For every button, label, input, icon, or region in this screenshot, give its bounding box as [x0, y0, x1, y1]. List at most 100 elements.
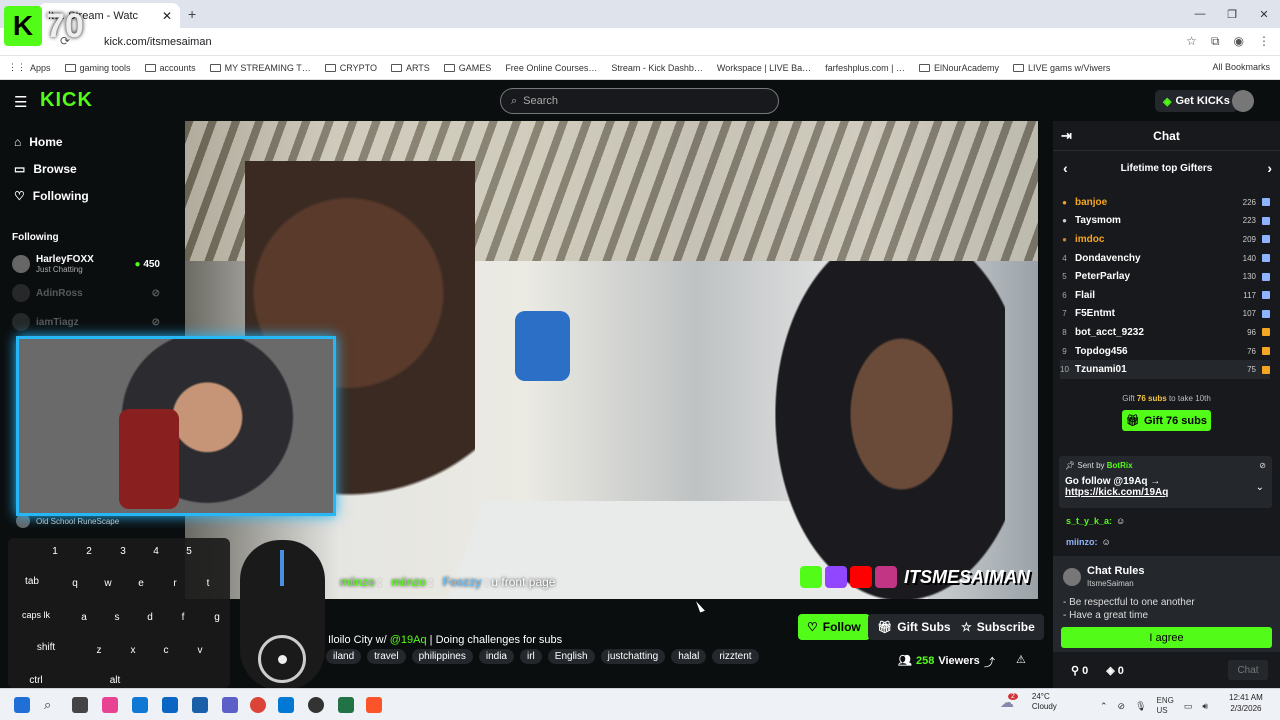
- tag[interactable]: rizztent: [712, 649, 759, 664]
- url-field[interactable]: kick.com/itsmesaiman: [104, 36, 212, 48]
- twitch-icon: [825, 566, 847, 588]
- gifter-row[interactable]: 10 Tzunami01 75: [1060, 360, 1270, 379]
- subscribe-button[interactable]: ☆ Subscribe: [952, 614, 1044, 640]
- tag[interactable]: travel: [367, 649, 406, 664]
- get-kicks-button[interactable]: ◈ Get KICKs: [1155, 90, 1238, 112]
- sidebar-item-browse[interactable]: ▭ Browse: [14, 162, 77, 176]
- tag[interactable]: india: [478, 649, 514, 664]
- speaker-icon[interactable]: 🔊︎: [1202, 701, 1208, 712]
- bookmark-folder[interactable]: GAMES: [443, 63, 491, 73]
- kicks-counter[interactable]: ◈ 0: [1106, 664, 1124, 677]
- bookmark-folder[interactable]: ARTS: [390, 63, 430, 73]
- task-view-icon[interactable]: [72, 697, 88, 713]
- weather-widget[interactable]: ☁ 2 24°C Cloudy: [1000, 692, 1057, 712]
- tag[interactable]: halal: [671, 649, 707, 664]
- gifter-row[interactable]: 6 Flail 117: [1060, 286, 1270, 305]
- user-avatar[interactable]: [1232, 90, 1254, 112]
- gifter-row[interactable]: 8 bot_acct_9232 96: [1060, 323, 1270, 342]
- points-counter[interactable]: ⚲ 0: [1071, 664, 1088, 677]
- sidebar-item-home[interactable]: ⌂ Home: [14, 135, 63, 149]
- collapse-chat-icon[interactable]: ⇥: [1061, 128, 1072, 144]
- kick-logo[interactable]: KICK: [40, 89, 93, 112]
- gifter-row[interactable]: ● imdoc 209: [1060, 230, 1270, 249]
- tag[interactable]: English: [547, 649, 595, 664]
- followed-channel[interactable]: AdinRoss ⊘: [12, 284, 160, 302]
- key: f: [181, 611, 185, 623]
- language-indicator[interactable]: ENG US: [1157, 696, 1174, 716]
- gifter-row[interactable]: 4 Dondavenchy 140: [1060, 249, 1270, 268]
- windows-start-icon[interactable]: [14, 697, 30, 713]
- bookmark-apps[interactable]: ⋮⋮ Apps: [8, 62, 51, 73]
- search-input[interactable]: ⌕ Search: [500, 88, 779, 114]
- pinned-link[interactable]: https://kick.com/19Aq: [1065, 487, 1266, 498]
- gifter-row[interactable]: ● Taysmom 223: [1060, 212, 1270, 231]
- minimize-icon[interactable]: —: [1184, 0, 1216, 28]
- bookmark-folder[interactable]: ElNourAcademy: [918, 63, 999, 73]
- bookmark-link[interactable]: Stream - Kick Dashb…: [611, 63, 703, 73]
- bookmark-star-icon[interactable]: ☆: [1186, 34, 1197, 49]
- chevron-left-icon[interactable]: ‹: [1063, 160, 1068, 176]
- obs-icon[interactable]: [308, 697, 324, 713]
- gifter-row[interactable]: 9 Topdog456 76: [1060, 342, 1270, 361]
- gifter-row[interactable]: ● banjoe 226: [1060, 193, 1270, 212]
- sidebar-item-following[interactable]: ♡ Following: [14, 189, 89, 203]
- followed-channel[interactable]: HarleyFOXX Just Chatting ● 450: [12, 254, 160, 274]
- teams-icon[interactable]: [222, 697, 238, 713]
- home-icon: ⌂: [14, 135, 22, 149]
- mic-icon[interactable]: 🎙︎: [1135, 701, 1146, 712]
- display-icon[interactable]: ▭: [1184, 701, 1193, 712]
- tag[interactable]: iland: [326, 649, 362, 664]
- bookmark-link[interactable]: Workspace | LIVE Ba…: [717, 63, 811, 73]
- unpin-icon[interactable]: ⊘: [1259, 461, 1266, 470]
- chrome-icon[interactable]: [250, 697, 266, 713]
- followed-channel[interactable]: Old School RuneScape: [16, 514, 164, 528]
- chevron-right-icon[interactable]: ›: [1267, 160, 1272, 176]
- bookmark-folder[interactable]: CRYPTO: [324, 63, 377, 73]
- bookmark-link[interactable]: farfeshplus.com | …: [825, 63, 905, 73]
- outlook-icon[interactable]: [278, 697, 294, 713]
- gifter-row[interactable]: 7 F5Entmt 107: [1060, 305, 1270, 324]
- taskbar-clock[interactable]: 12:41 AM 2/3/2026: [1229, 692, 1263, 714]
- follow-button[interactable]: ♡ Follow: [798, 614, 870, 640]
- all-bookmarks[interactable]: All Bookmarks: [1212, 62, 1270, 72]
- app-icon[interactable]: [192, 697, 208, 713]
- chevron-up-icon[interactable]: ⌃: [1100, 701, 1108, 712]
- bookmark-folder[interactable]: gaming tools: [64, 63, 131, 73]
- tag[interactable]: philippines: [411, 649, 473, 664]
- brave-icon[interactable]: [366, 697, 382, 713]
- chat-send-button[interactable]: Chat: [1228, 660, 1268, 680]
- address-bar: ⟳ kick.com/itsmesaiman ☆ ⧉ ◉ ⋮: [0, 28, 1280, 56]
- close-tab-icon[interactable]: ✕: [162, 9, 172, 23]
- bookmark-link[interactable]: Free Online Courses…: [505, 63, 597, 73]
- key: ctrl: [29, 674, 43, 686]
- key: shift: [36, 641, 56, 653]
- bookmark-folder[interactable]: LIVE gams w/Viwers: [1013, 63, 1110, 73]
- gift-subs-button[interactable]: 🎁︎ Gift Subs: [868, 614, 960, 640]
- new-tab-icon[interactable]: +: [188, 6, 196, 22]
- excel-icon[interactable]: [338, 697, 354, 713]
- profile-icon[interactable]: ◉: [1234, 34, 1244, 49]
- close-window-icon[interactable]: ✕: [1248, 0, 1280, 28]
- gift-76-subs-button[interactable]: 🎁︎ Gift 76 subs: [1122, 410, 1211, 431]
- extension-icon[interactable]: ⧉: [1211, 34, 1220, 49]
- chevron-down-icon[interactable]: ⌄: [1256, 482, 1264, 493]
- report-icon[interactable]: ⚠: [1016, 653, 1026, 666]
- menu-icon[interactable]: ⋮: [1258, 34, 1270, 49]
- bookmark-folder[interactable]: MY STREAMING T…: [209, 63, 311, 73]
- agree-button[interactable]: I agree: [1061, 627, 1272, 648]
- share-icon[interactable]: ⤴: [984, 654, 995, 670]
- gift-icon: 🎁︎: [877, 620, 893, 634]
- tag[interactable]: irl: [520, 649, 542, 664]
- app-icon[interactable]: [102, 697, 118, 713]
- bookmarks-bar: ⋮⋮ Apps gaming tools accounts MY STREAMIN…: [0, 56, 1280, 80]
- hamburger-menu-icon[interactable]: ☰: [14, 93, 27, 111]
- app-icon[interactable]: [162, 697, 178, 713]
- followed-channel[interactable]: iamTiagz ⊘: [12, 313, 160, 331]
- search-icon[interactable]: ⌕: [44, 697, 60, 713]
- restore-icon[interactable]: ❐: [1216, 0, 1248, 28]
- tag[interactable]: justchatting: [600, 649, 666, 664]
- gifter-row[interactable]: 5 PeterParlay 130: [1060, 267, 1270, 286]
- bookmark-folder[interactable]: accounts: [144, 63, 196, 73]
- edge-icon[interactable]: [132, 697, 148, 713]
- network-icon[interactable]: ⊘: [1118, 701, 1126, 712]
